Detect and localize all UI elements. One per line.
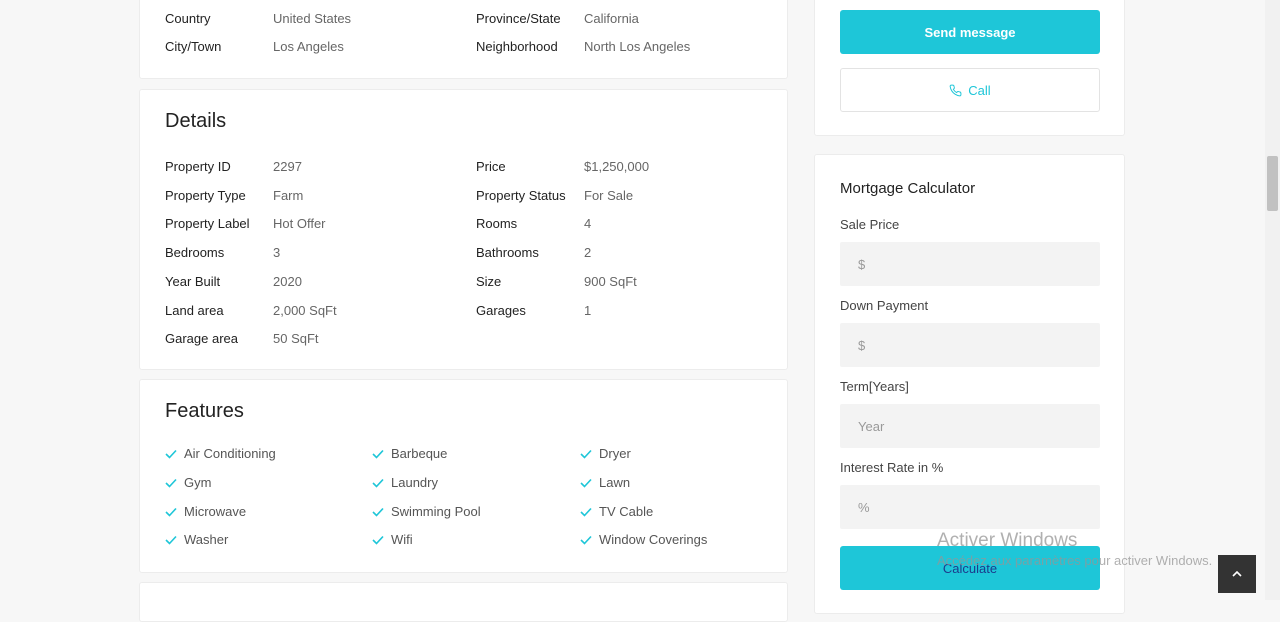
- address-value: North Los Angeles: [584, 39, 691, 54]
- term-label: Term[Years]: [840, 379, 909, 394]
- feature-label: Laundry: [391, 475, 438, 490]
- feature-item: Microwave: [165, 504, 246, 519]
- detail-value: 2: [584, 245, 592, 260]
- detail-value: Hot Offer: [273, 216, 326, 231]
- feature-label: Dryer: [599, 446, 631, 461]
- check-icon: [165, 535, 184, 545]
- feature-item: Dryer: [580, 446, 631, 461]
- feature-label: Window Coverings: [599, 532, 708, 547]
- call-button[interactable]: Call: [840, 68, 1100, 112]
- interest-input[interactable]: %: [840, 485, 1100, 529]
- detail-key: Bathrooms: [476, 245, 539, 260]
- details-title: Details: [165, 110, 227, 132]
- feature-item: Lawn: [580, 475, 630, 490]
- address-card: Country United States Province/State Cal…: [139, 0, 788, 79]
- address-key: Province/State: [476, 11, 561, 26]
- check-icon: [165, 449, 184, 459]
- detail-value: Farm: [273, 188, 304, 203]
- term-input[interactable]: Year: [840, 404, 1100, 448]
- feature-item: Laundry: [372, 475, 438, 490]
- back-to-top-button[interactable]: [1218, 555, 1256, 593]
- check-icon: [372, 507, 391, 517]
- feature-item: Gym: [165, 475, 211, 490]
- features-title: Features: [165, 400, 244, 422]
- details-card: Details Property ID 2297 Price $1,250,000 Pr…: [139, 89, 788, 370]
- feature-item: Washer: [165, 532, 228, 547]
- address-key: Neighborhood: [476, 39, 558, 54]
- detail-value: For Sale: [584, 188, 634, 203]
- detail-key: Year Built: [165, 274, 221, 289]
- feature-item: Air Conditioning: [165, 446, 276, 461]
- address-value: United States: [273, 11, 352, 26]
- detail-key: Price: [476, 159, 506, 174]
- detail-value: 50 SqFt: [273, 331, 319, 346]
- down-payment-input[interactable]: $: [840, 323, 1100, 367]
- feature-item: Barbeque: [372, 446, 447, 461]
- address-key: City/Town: [165, 39, 222, 54]
- check-icon: [372, 449, 391, 459]
- chevron-up-icon: [1231, 568, 1243, 580]
- detail-value: 2297: [273, 159, 302, 174]
- feature-item: Window Coverings: [580, 532, 707, 547]
- detail-value: 4: [584, 216, 592, 231]
- feature-label: Wifi: [391, 532, 413, 547]
- feature-item: Swimming Pool: [372, 504, 481, 519]
- detail-value: 2020: [273, 274, 302, 289]
- detail-key: Property Status: [476, 188, 566, 203]
- feature-label: Barbeque: [391, 446, 448, 461]
- check-icon: [372, 535, 391, 545]
- feature-label: Lawn: [599, 475, 631, 490]
- sale-price-input[interactable]: $: [840, 242, 1100, 286]
- feature-label: TV Cable: [599, 504, 654, 519]
- contact-card: Send message Call: [814, 0, 1125, 136]
- detail-key: Property Label: [165, 216, 250, 231]
- sale-price-label: Sale Price: [840, 217, 900, 232]
- detail-key: Garages: [476, 303, 526, 318]
- address-value: Los Angeles: [273, 39, 344, 54]
- check-icon: [165, 478, 184, 488]
- check-icon: [580, 507, 599, 517]
- phone-icon: [949, 84, 962, 97]
- detail-key: Size: [476, 274, 502, 289]
- interest-label: Interest Rate in %: [840, 460, 944, 475]
- check-icon: [580, 449, 599, 459]
- next-section-card: [139, 582, 788, 622]
- check-icon: [372, 478, 391, 488]
- down-payment-label: Down Payment: [840, 298, 929, 313]
- feature-label: Microwave: [184, 504, 247, 519]
- detail-key: Property ID: [165, 159, 231, 174]
- windows-watermark-subtitle: Accédez aux paramètres pour activer Wind…: [937, 553, 1213, 568]
- scrollbar-thumb[interactable]: [1267, 156, 1278, 211]
- feature-label: Washer: [184, 532, 229, 547]
- detail-value: $1,250,000: [584, 159, 650, 174]
- features-card: Features Air Conditioning Barbeque Dryer Gy…: [139, 379, 788, 573]
- scrollbar-track[interactable]: [1265, 0, 1280, 600]
- detail-key: Land area: [165, 303, 224, 318]
- feature-label: Gym: [184, 475, 212, 490]
- detail-key: Bedrooms: [165, 245, 225, 260]
- detail-value: 2,000 SqFt: [273, 303, 337, 318]
- address-key: Country: [165, 11, 211, 26]
- detail-key: Property Type: [165, 188, 246, 203]
- mortgage-title: Mortgage Calculator: [840, 180, 976, 197]
- detail-key: Garage area: [165, 331, 238, 346]
- windows-watermark-title: Activer Windows: [937, 530, 1078, 551]
- send-message-button[interactable]: Send message: [840, 10, 1100, 54]
- detail-key: Rooms: [476, 216, 518, 231]
- feature-item: TV Cable: [580, 504, 653, 519]
- detail-value: 3: [273, 245, 281, 260]
- feature-label: Air Conditioning: [184, 446, 276, 461]
- detail-value: 1: [584, 303, 592, 318]
- check-icon: [580, 478, 599, 488]
- address-value: California: [584, 11, 639, 26]
- detail-value: 900 SqFt: [584, 274, 637, 289]
- call-label: Call: [968, 82, 991, 98]
- feature-item: Wifi: [372, 532, 413, 547]
- check-icon: [580, 535, 599, 545]
- feature-label: Swimming Pool: [391, 504, 481, 519]
- check-icon: [165, 507, 184, 517]
